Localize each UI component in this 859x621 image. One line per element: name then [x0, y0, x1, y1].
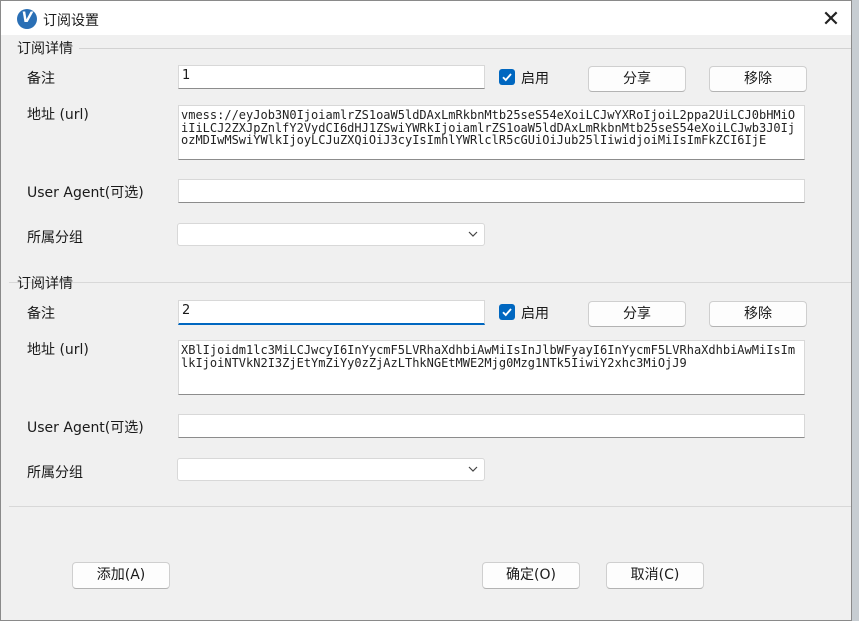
- ok-button[interactable]: 确定(O): [482, 562, 580, 589]
- add-button[interactable]: 添加(A): [72, 562, 170, 589]
- enabled-checkbox[interactable]: [499, 304, 515, 320]
- url-label: 地址 (url): [27, 342, 89, 358]
- group-label: 所属分组: [27, 465, 83, 481]
- v2rayn-app-icon: V: [17, 9, 37, 29]
- footer-separator: [9, 506, 851, 507]
- subscription-settings-dialog: V 订阅设置 ✕ 订阅详情 备注 1 启用 分享 移除 地址 (url) vme…: [0, 0, 852, 621]
- checkmark-icon: [502, 73, 512, 82]
- enabled-checkbox[interactable]: [499, 69, 515, 85]
- remark-input[interactable]: 2: [178, 300, 485, 325]
- group-select[interactable]: [177, 458, 485, 481]
- remove-button[interactable]: 移除: [709, 66, 807, 92]
- background-window-edge: [852, 0, 859, 621]
- remark-label: 备注: [27, 306, 55, 322]
- item-separator: [9, 282, 851, 283]
- user-agent-input[interactable]: [178, 179, 805, 203]
- window-title: 订阅设置: [43, 13, 99, 29]
- user-agent-label: User Agent(可选): [27, 185, 144, 201]
- chevron-down-icon: [468, 231, 478, 237]
- user-agent-label: User Agent(可选): [27, 420, 144, 436]
- url-textarea[interactable]: XBlIjoidm1lc3MiLCJwcyI6InYycmF5LVRhaXdhb…: [178, 340, 805, 395]
- group-label: 所属分组: [27, 230, 83, 246]
- cancel-button[interactable]: 取消(C): [606, 562, 704, 589]
- url-label: 地址 (url): [27, 107, 89, 123]
- checkmark-icon: [502, 308, 512, 317]
- remark-label: 备注: [27, 71, 55, 87]
- group-select[interactable]: [177, 223, 485, 246]
- chevron-down-icon: [468, 466, 478, 472]
- share-button[interactable]: 分享: [588, 66, 686, 92]
- url-textarea[interactable]: vmess://eyJob3N0IjoiamlrZS1oaW5ldDAxLmRk…: [178, 105, 805, 160]
- subscription-group-title: 订阅详情: [17, 41, 73, 57]
- user-agent-input[interactable]: [178, 414, 805, 438]
- close-icon[interactable]: ✕: [815, 5, 847, 33]
- subscription-list[interactable]: 订阅详情 备注 1 启用 分享 移除 地址 (url) vmess://eyJo…: [1, 35, 851, 620]
- subscription-group-title: 订阅详情: [17, 276, 73, 292]
- remove-button[interactable]: 移除: [709, 301, 807, 327]
- remark-input[interactable]: 1: [178, 65, 485, 89]
- enabled-label[interactable]: 启用: [521, 303, 549, 323]
- title-bar: V 订阅设置 ✕: [1, 1, 851, 35]
- enabled-label[interactable]: 启用: [521, 68, 549, 88]
- group-divider: [79, 48, 851, 49]
- share-button[interactable]: 分享: [588, 301, 686, 327]
